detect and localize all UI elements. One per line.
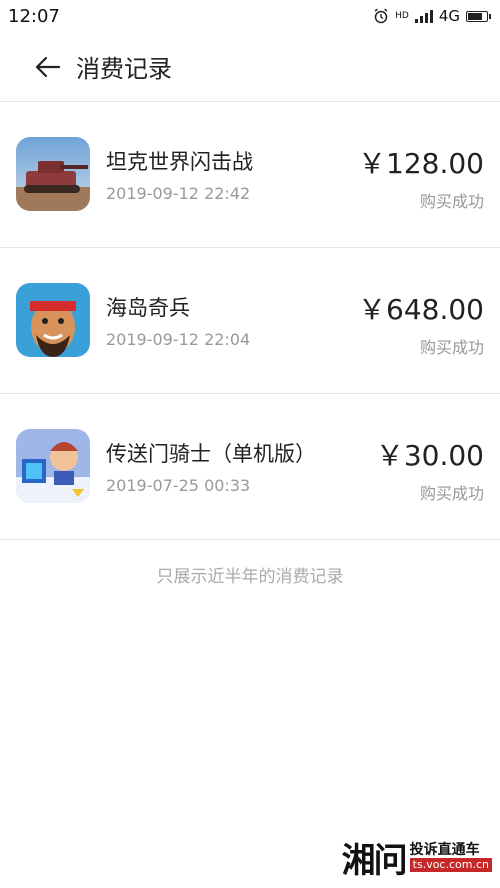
status-icons: HD 4G: [373, 7, 491, 25]
price: ￥648.00: [358, 293, 484, 326]
app-name: 传送门骑士（单机版）: [106, 442, 316, 466]
battery-icon: [466, 10, 491, 22]
list-item[interactable]: 传送门骑士（单机版） 2019-07-25 00:33 ￥30.00 购买成功: [0, 394, 500, 540]
record-list: 坦克世界闪击战 2019-09-12 22:42 ￥128.00 购买成功 海岛…: [0, 102, 500, 540]
price: ￥128.00: [358, 147, 484, 180]
price: ￥30.00: [375, 439, 484, 472]
record-time: 2019-09-12 22:42: [106, 184, 251, 203]
watermark-line1: 投诉直通车: [409, 842, 480, 859]
purchase-status: 购买成功: [419, 192, 484, 211]
watermark-logo: 湘问: [341, 841, 408, 881]
portal-knights-icon: [16, 429, 90, 503]
list-item[interactable]: 海岛奇兵 2019-09-12 22:04 ￥648.00 购买成功: [0, 248, 500, 394]
watermark: 湘问 投诉直通车 ts.voc.com.cn: [342, 833, 492, 882]
status-time: 12:07: [8, 5, 60, 27]
tank-game-icon: [16, 137, 90, 211]
back-arrow-icon: [35, 56, 61, 77]
purchase-status: 购买成功: [419, 484, 484, 503]
app-name: 坦克世界闪击战: [106, 150, 253, 174]
network-label: 4G: [438, 7, 460, 25]
page-title: 消费记录: [76, 55, 172, 83]
list-item[interactable]: 坦克世界闪击战 2019-09-12 22:42 ￥128.00 购买成功: [0, 102, 500, 248]
back-button[interactable]: [28, 47, 68, 87]
signal-icon: [414, 9, 433, 23]
watermark-line2: ts.voc.com.cn: [409, 858, 492, 872]
app-name: 海岛奇兵: [106, 296, 190, 320]
alarm-icon: [374, 8, 388, 24]
record-time: 2019-09-12 22:04: [106, 330, 251, 349]
header: 消费记录: [0, 32, 500, 102]
footer-note: 只展示近半年的消费记录: [156, 567, 344, 587]
record-time: 2019-07-25 00:33: [106, 476, 251, 495]
hd-label: HD: [395, 10, 409, 21]
status-bar: 12:07 HD 4G: [0, 0, 500, 32]
purchase-status: 购买成功: [419, 338, 484, 357]
boom-beach-icon: [16, 283, 90, 357]
